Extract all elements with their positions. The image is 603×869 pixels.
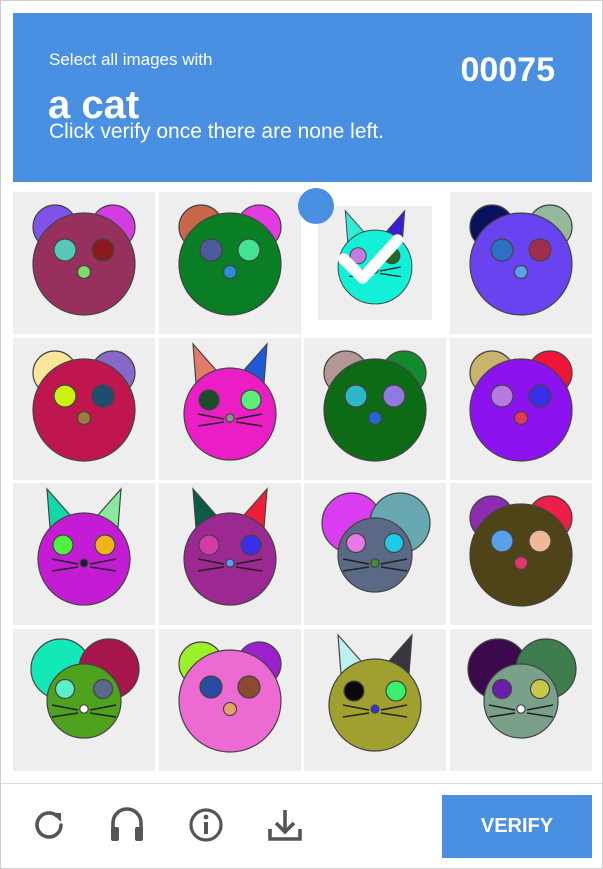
cat-face-image [37,487,131,606]
mouse-face-image [30,637,140,739]
captcha-header: Select all images with a cat Click verif… [13,13,592,182]
checkmark-icon [298,188,404,284]
image-tile-4[interactable] [449,192,592,334]
footer-divider [1,783,602,784]
image-tile-16[interactable] [449,628,592,771]
image-tile-10[interactable] [158,483,301,625]
cat-face-image [182,487,277,606]
info-button[interactable] [184,801,228,849]
image-tile-2[interactable] [158,192,301,334]
instruction-prefix: Select all images with [49,50,213,69]
image-tile-8[interactable] [449,337,592,480]
verify-button[interactable]: VERIFY [442,795,592,858]
image-tile-12[interactable] [449,483,592,625]
image-tile-9[interactable] [13,483,155,625]
headphones-icon [111,807,143,841]
info-icon [189,808,223,842]
image-tile-1[interactable] [13,192,155,334]
image-tile-14[interactable] [158,628,301,771]
mouse-face-image [321,492,431,593]
challenge-counter: 00075 [460,51,555,89]
bear-face-image [177,204,282,316]
image-tile-5[interactable] [13,337,155,480]
mouse-face-image [466,637,577,739]
audio-button[interactable] [105,801,149,849]
image-tile-7[interactable] [304,337,446,480]
image-tile-11[interactable] [304,483,446,625]
bear-face-image [468,495,573,607]
reload-icon [35,811,63,839]
image-tile-13[interactable] [13,628,155,771]
bear-face-image [468,349,573,462]
captcha-widget: Select all images with a cat Click verif… [0,0,603,869]
image-tile-3[interactable] [298,188,446,334]
bear-face-image [468,204,573,316]
reload-button[interactable] [27,801,71,849]
download-icon [268,810,302,841]
cat-face-image [328,632,422,752]
download-button[interactable] [263,801,307,849]
bear-face-image [32,204,136,316]
image-grid [13,188,592,771]
bear-face-image [323,349,427,462]
image-tile-15[interactable] [304,628,446,771]
bear-face-image [177,640,282,753]
bear-face-image [32,349,136,462]
image-tile-6[interactable] [158,337,301,480]
instruction-note: Click verify once there are none left. [49,120,384,143]
cat-face-image [182,341,277,461]
